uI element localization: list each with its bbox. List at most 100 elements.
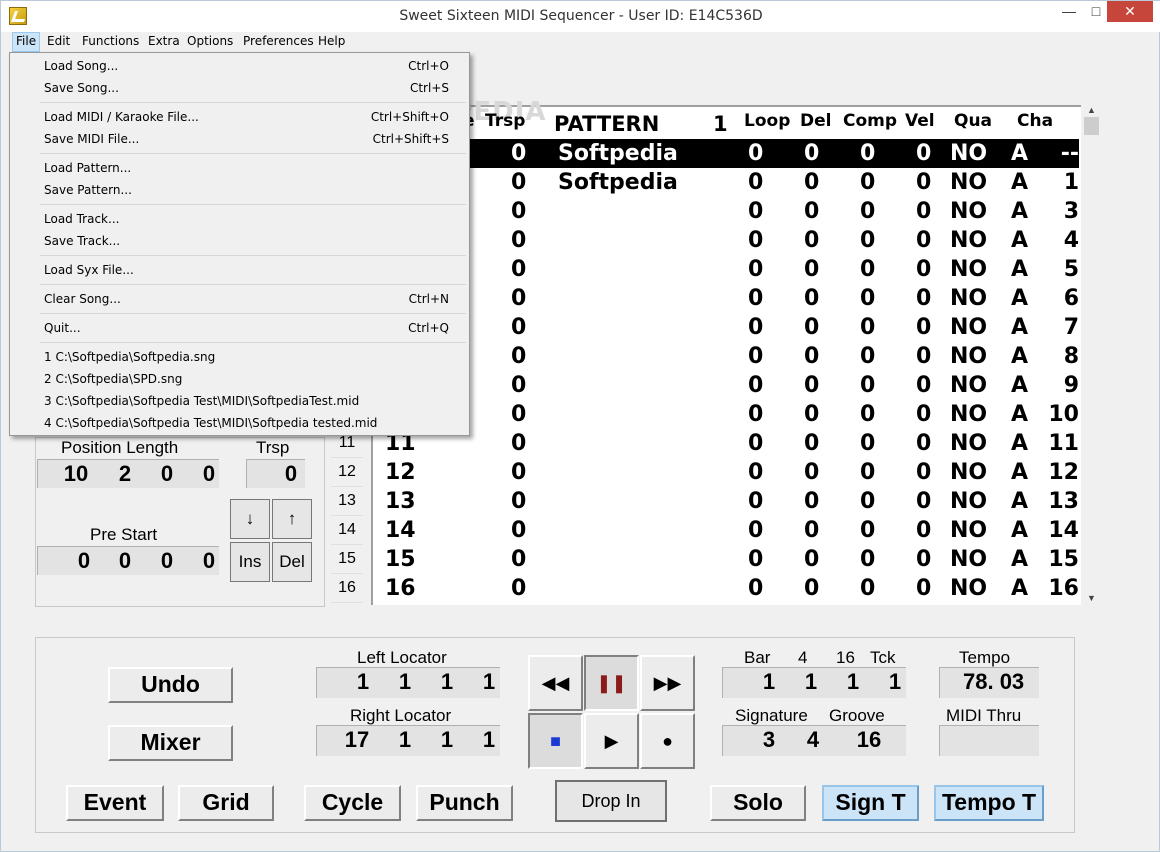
track-loop-cell: 0 [748, 402, 764, 427]
tempo-t-button[interactable]: Tempo T [934, 785, 1044, 821]
menu-help[interactable]: Help [318, 34, 345, 48]
track-channel-cell: 14 [1048, 518, 1079, 543]
scroll-thumb[interactable] [1084, 117, 1099, 135]
recent-file-3[interactable]: 3 C:\Softpedia\Softpedia Test\MIDI\Softp… [44, 394, 359, 408]
menu-load-midi[interactable]: Load MIDI / Karaoke File... [44, 110, 199, 124]
rewind-button[interactable]: ◀◀ [528, 655, 583, 711]
table-row[interactable]: 0 0 0 0 0 NO A 4 [373, 226, 1079, 255]
table-row[interactable]: 14 0 0 0 0 0 NO A 14 [373, 516, 1079, 545]
move-down-button[interactable]: ↓ [230, 499, 270, 539]
track-trsp-cell: 0 [511, 315, 527, 340]
recent-file-2[interactable]: 2 C:\Softpedia\SPD.sng [44, 372, 182, 386]
table-row[interactable]: 0 0 0 0 0 NO A 9 [373, 371, 1079, 400]
play-button[interactable]: ▶ [584, 713, 639, 769]
menu-file[interactable]: File [12, 32, 41, 52]
menu-functions[interactable]: Functions [82, 34, 139, 48]
track-a-cell: A [1011, 373, 1029, 398]
menu-clear-song[interactable]: Clear Song... [44, 292, 121, 306]
track-channel-cell: 3 [1063, 199, 1079, 224]
track-del-cell: 0 [804, 228, 820, 253]
mixer-button[interactable]: Mixer [108, 725, 233, 761]
menu-load-track[interactable]: Load Track... [44, 212, 119, 226]
ins-button[interactable]: Ins [230, 542, 270, 582]
right-locator-field[interactable]: 17 1 1 1 [316, 725, 500, 756]
track-comp-cell: 0 [860, 344, 876, 369]
position-value: 1 [846, 669, 860, 694]
menu-quit[interactable]: Quit... [44, 321, 81, 335]
solo-button[interactable]: Solo [710, 785, 806, 821]
signature-field[interactable]: 3 4 16 [722, 725, 906, 756]
menu-preferences[interactable]: Preferences [243, 34, 314, 48]
pause-button[interactable]: ❚❚ [584, 655, 639, 711]
record-button[interactable]: ● [640, 713, 695, 769]
tempo-value: 78. 03 [963, 669, 1025, 694]
scroll-up-icon[interactable]: ▲ [1087, 105, 1096, 115]
pre-start-field[interactable]: 0 0 0 0 [37, 546, 219, 575]
table-row[interactable]: 15 0 0 0 0 0 NO A 15 [373, 545, 1079, 574]
menu-edit[interactable]: Edit [47, 34, 70, 48]
track-comp-cell: 0 [860, 489, 876, 514]
menu-save-track[interactable]: Save Track... [44, 234, 120, 248]
undo-button[interactable]: Undo [108, 667, 233, 703]
row-number: 15 [331, 545, 363, 574]
scroll-down-icon[interactable]: ▼ [1087, 593, 1096, 603]
sign-t-button[interactable]: Sign T [822, 785, 919, 821]
menu-load-song[interactable]: Load Song... [44, 59, 118, 73]
table-row[interactable]: 0 0 0 0 0 NO A 7 [373, 313, 1079, 342]
table-row[interactable]: 16 0 0 0 0 0 NO A 16 [373, 574, 1079, 603]
position-length-field[interactable]: 10 2 0 0 [37, 459, 219, 488]
table-row[interactable]: 0 0 0 0 0 NO A 10 [373, 400, 1079, 429]
track-loop-cell: 0 [748, 228, 764, 253]
table-row[interactable]: 0 0 0 0 0 NO A 3 [373, 197, 1079, 226]
fast-forward-button[interactable]: ▶▶ [640, 655, 695, 711]
track-trsp-cell: 0 [511, 402, 527, 427]
recent-file-4[interactable]: 4 C:\Softpedia\Softpedia Test\MIDI\Softp… [44, 416, 377, 430]
menu-load-syx[interactable]: Load Syx File... [44, 263, 134, 277]
drop-in-button[interactable]: Drop In [555, 780, 667, 822]
menu-separator [40, 313, 466, 314]
close-button[interactable]: ✕ [1107, 1, 1153, 22]
track-del-cell: 0 [804, 199, 820, 224]
event-button[interactable]: Event [66, 785, 164, 821]
track-del-cell: 0 [804, 373, 820, 398]
groove-value: 16 [856, 727, 882, 752]
menu-load-pattern[interactable]: Load Pattern... [44, 161, 131, 175]
table-row[interactable]: 12 0 0 0 0 0 NO A 12 [373, 458, 1079, 487]
midi-thru-field[interactable] [939, 725, 1039, 756]
table-row[interactable]: 13 0 0 0 0 0 NO A 13 [373, 487, 1079, 516]
track-qua-cell: NO [950, 518, 988, 543]
minimize-button[interactable]: — [1056, 1, 1082, 22]
menu-separator [40, 204, 466, 205]
song-position-field[interactable]: 1 1 1 1 [722, 667, 906, 698]
del-button[interactable]: Del [272, 542, 312, 582]
left-locator-field[interactable]: 1 1 1 1 [316, 667, 500, 698]
stop-button[interactable]: ■ [528, 713, 583, 769]
table-row[interactable]: 0 0 0 0 0 NO A 6 [373, 284, 1079, 313]
table-row[interactable]: 0 Softpedia 0 0 0 0 NO A -- [373, 139, 1079, 168]
track-scrollbar[interactable]: ▲ ▼ [1083, 105, 1100, 605]
trsp-field[interactable]: 0 [246, 459, 305, 488]
menu-options[interactable]: Options [187, 34, 233, 48]
cycle-button[interactable]: Cycle [304, 785, 401, 821]
track-channel-cell: 13 [1048, 489, 1079, 514]
menu-save-pattern[interactable]: Save Pattern... [44, 183, 132, 197]
menu-separator [40, 342, 466, 343]
tempo-field[interactable]: 78. 03 [939, 667, 1039, 698]
move-up-button[interactable]: ↑ [272, 499, 312, 539]
table-row[interactable]: 0 Softpedia 0 0 0 0 NO A 1 [373, 168, 1079, 197]
grid-button[interactable]: Grid [178, 785, 274, 821]
track-channel-cell: 12 [1048, 460, 1079, 485]
table-row[interactable]: 0 0 0 0 0 NO A 5 [373, 255, 1079, 284]
track-loop-cell: 0 [748, 547, 764, 572]
menu-save-song[interactable]: Save Song... [44, 81, 119, 95]
maximize-button[interactable]: □ [1083, 1, 1109, 22]
bar-label: Bar [744, 648, 771, 667]
table-row[interactable]: 0 0 0 0 0 NO A 8 [373, 342, 1079, 371]
recent-file-1[interactable]: 1 C:\Softpedia\Softpedia.sng [44, 350, 215, 364]
menu-save-midi[interactable]: Save MIDI File... [44, 132, 139, 146]
punch-button[interactable]: Punch [416, 785, 513, 821]
menu-extra[interactable]: Extra [148, 34, 180, 48]
track-pattern-cell: Softpedia [558, 141, 678, 166]
table-row[interactable]: 11 0 0 0 0 0 NO A 11 [373, 429, 1079, 458]
track-channel-cell: 11 [1048, 431, 1079, 456]
